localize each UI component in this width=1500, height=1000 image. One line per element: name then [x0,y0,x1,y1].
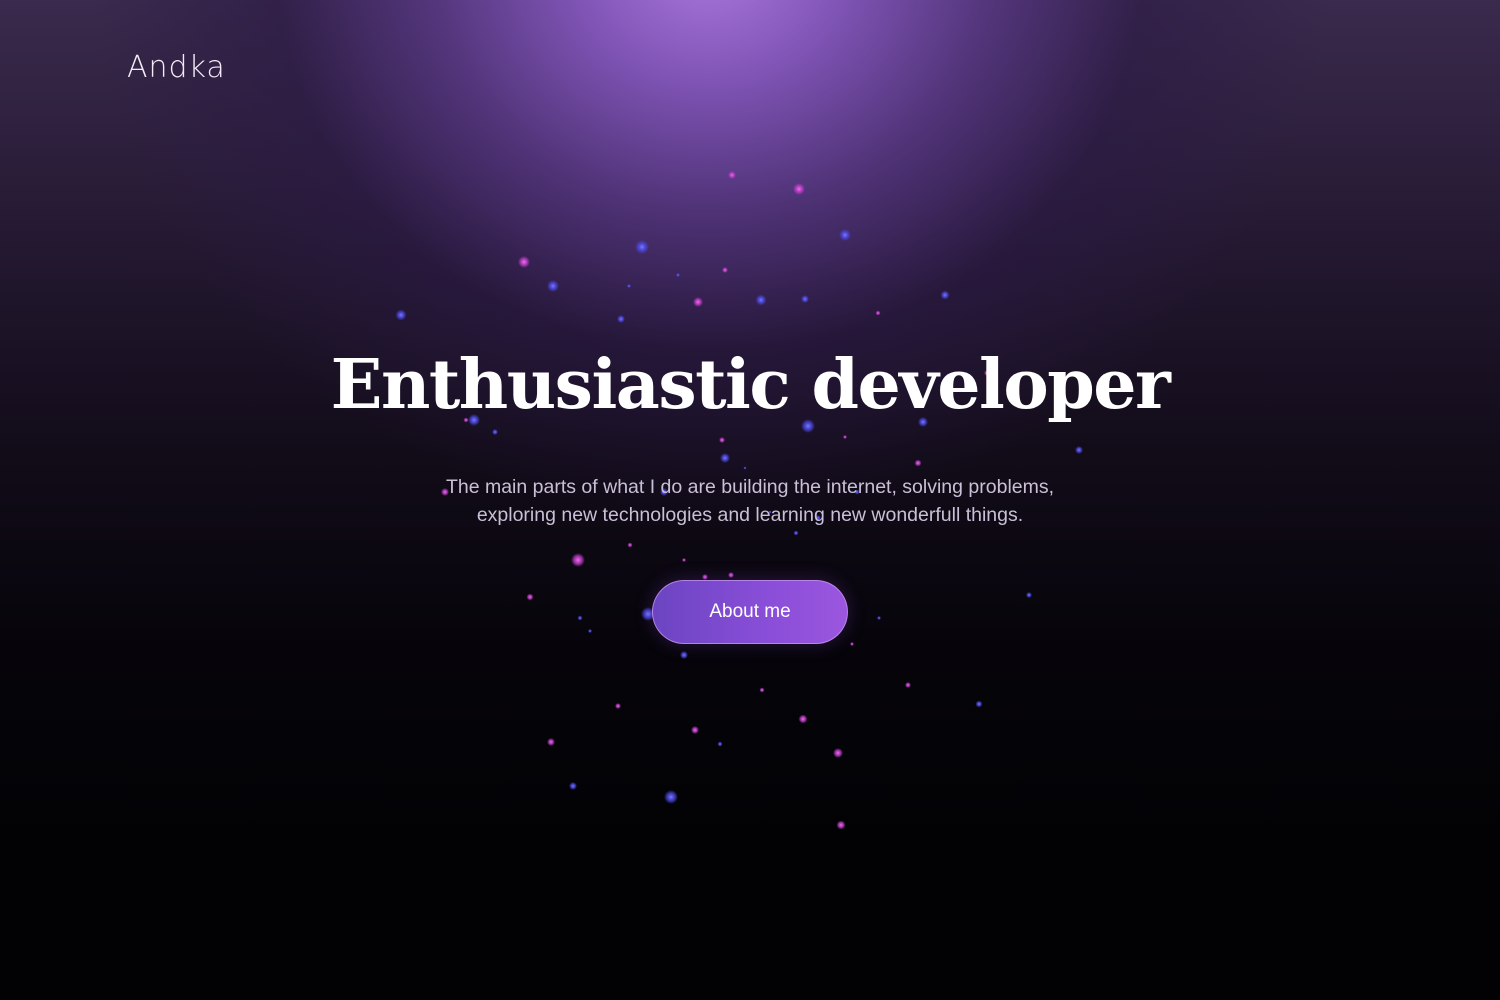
hero-description-line-2: exploring new technologies and learning … [476,503,1024,526]
about-me-button[interactable]: About me [652,580,848,644]
hero-page: Andka Enthusiastic developer The main pa… [0,0,1500,1000]
hero-section: Enthusiastic developer The main parts of… [0,348,1500,529]
hero-title: Enthusiastic developer [330,345,1171,425]
hero-description: The main parts of what I do are building… [390,473,1110,529]
hero-description-line-1: The main parts of what I do are building… [445,475,1055,498]
logo[interactable]: Andka [127,50,226,85]
